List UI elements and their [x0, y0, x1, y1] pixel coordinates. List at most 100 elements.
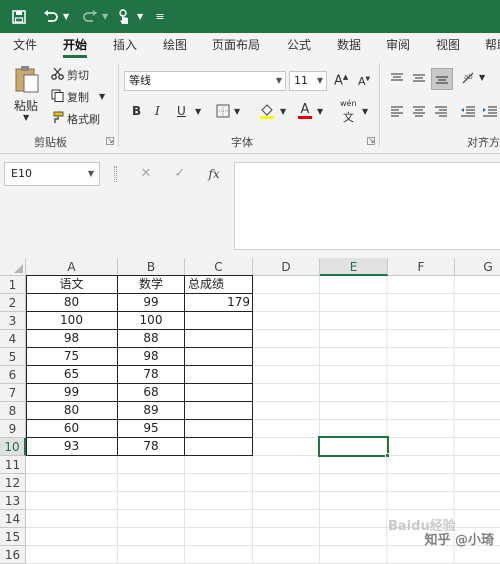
copy-dropdown-icon[interactable]: ▼ — [99, 92, 105, 101]
align-left-icon[interactable] — [390, 104, 404, 118]
cell-b9[interactable]: 95 — [118, 420, 185, 438]
cell-a6[interactable]: 65 — [26, 366, 118, 384]
copy-label[interactable]: 复制 — [67, 89, 89, 105]
decrease-indent-icon[interactable] — [460, 104, 476, 118]
tab-review[interactable]: 审阅 — [386, 33, 410, 59]
cell-b8[interactable]: 89 — [118, 402, 185, 420]
clipboard-launcher-icon[interactable]: ↘ — [106, 137, 114, 145]
row-header-9[interactable]: 9 — [0, 420, 26, 438]
customize-qat-icon[interactable]: ≡ — [152, 0, 168, 33]
underline-button[interactable]: U — [177, 104, 186, 118]
grow-font-button[interactable]: A▲ — [334, 73, 348, 88]
bold-button[interactable]: B — [132, 104, 141, 118]
column-header-g[interactable]: G — [455, 258, 500, 276]
row-header-13[interactable]: 13 — [0, 492, 26, 510]
font-launcher-icon[interactable]: ↘ — [367, 137, 375, 145]
borders-icon[interactable] — [215, 103, 231, 119]
row-header-15[interactable]: 15 — [0, 528, 26, 546]
cell-a4[interactable]: 98 — [26, 330, 118, 348]
align-top-icon[interactable] — [390, 71, 404, 85]
row-header-11[interactable]: 11 — [0, 456, 26, 474]
cell-b4[interactable]: 88 — [118, 330, 185, 348]
tab-file[interactable]: 文件 — [13, 33, 37, 59]
italic-button[interactable]: I — [155, 104, 160, 118]
column-header-b[interactable]: B — [118, 258, 185, 276]
paste-icon[interactable] — [12, 65, 42, 95]
redo-icon[interactable] — [80, 0, 100, 33]
tab-help[interactable]: 帮助 — [485, 33, 500, 59]
tab-page-layout[interactable]: 页面布局 — [212, 33, 260, 59]
cell-b3[interactable]: 100 — [118, 312, 185, 330]
increase-indent-icon[interactable] — [482, 104, 498, 118]
cell-a3[interactable]: 100 — [26, 312, 118, 330]
column-header-c[interactable]: C — [185, 258, 253, 276]
cut-label[interactable]: 剪切 — [67, 67, 89, 83]
orientation-dropdown-icon[interactable]: ▼ — [479, 73, 485, 82]
cell-a8[interactable]: 80 — [26, 402, 118, 420]
tab-insert[interactable]: 插入 — [113, 33, 137, 59]
cell-a9[interactable]: 60 — [26, 420, 118, 438]
cell-a7[interactable]: 99 — [26, 384, 118, 402]
phonetic-label[interactable]: wén — [340, 99, 357, 108]
selected-cell-e10[interactable] — [318, 436, 389, 457]
select-all-button[interactable] — [0, 258, 26, 276]
cell-c2[interactable]: 179 — [185, 294, 253, 312]
align-bottom-icon[interactable] — [431, 68, 453, 90]
empty-cells-bottom[interactable] — [26, 456, 253, 564]
format-painter-icon[interactable] — [50, 110, 64, 124]
cell-c3[interactable] — [185, 312, 253, 330]
borders-dropdown-icon[interactable]: ▼ — [234, 107, 240, 116]
cancel-icon[interactable]: ✕ — [134, 162, 158, 186]
tab-data[interactable]: 数据 — [337, 33, 361, 59]
cell-b5[interactable]: 98 — [118, 348, 185, 366]
font-color-button[interactable]: A — [296, 101, 314, 121]
font-name-select[interactable]: 等线 ▼ — [124, 71, 286, 91]
row-header-6[interactable]: 6 — [0, 366, 26, 384]
save-icon[interactable] — [8, 0, 30, 33]
name-box[interactable]: E10 ▼ — [4, 162, 100, 186]
formula-input[interactable] — [234, 162, 500, 250]
underline-dropdown-icon[interactable]: ▼ — [195, 107, 201, 116]
cell-c7[interactable] — [185, 384, 253, 402]
fill-color-dropdown-icon[interactable]: ▼ — [280, 107, 286, 116]
format-painter-label[interactable]: 格式刷 — [67, 111, 100, 127]
phonetic-char[interactable]: 文 — [343, 109, 354, 125]
row-header-5[interactable]: 5 — [0, 348, 26, 366]
font-color-dropdown-icon[interactable]: ▼ — [317, 107, 323, 116]
cell-b1[interactable]: 数学 — [118, 276, 185, 294]
tab-view[interactable]: 视图 — [436, 33, 460, 59]
cell-a2[interactable]: 80 — [26, 294, 118, 312]
cell-b6[interactable]: 78 — [118, 366, 185, 384]
copy-icon[interactable] — [50, 88, 64, 102]
row-header-10[interactable]: 10 — [0, 438, 26, 456]
column-header-f[interactable]: F — [388, 258, 455, 276]
row-header-7[interactable]: 7 — [0, 384, 26, 402]
cell-c9[interactable] — [185, 420, 253, 438]
cell-c10[interactable] — [185, 438, 253, 456]
undo-dropdown-icon[interactable]: ▼ — [63, 0, 69, 33]
row-header-8[interactable]: 8 — [0, 402, 26, 420]
column-header-e[interactable]: E — [320, 258, 388, 276]
redo-dropdown-icon[interactable]: ▼ — [102, 0, 108, 33]
empty-cells-right[interactable] — [253, 276, 500, 564]
touch-mode-icon[interactable] — [114, 0, 134, 33]
touch-dropdown-icon[interactable]: ▼ — [137, 0, 143, 33]
insert-function-button[interactable]: fx — [202, 162, 226, 186]
row-header-3[interactable]: 3 — [0, 312, 26, 330]
undo-icon[interactable] — [40, 0, 60, 33]
row-header-1[interactable]: 1 — [0, 276, 26, 294]
row-header-14[interactable]: 14 — [0, 510, 26, 528]
cell-a10[interactable]: 93 — [26, 438, 118, 456]
paste-label[interactable]: 粘贴 — [14, 97, 38, 114]
tab-draw[interactable]: 绘图 — [163, 33, 187, 59]
fill-handle[interactable] — [385, 453, 390, 458]
column-header-d[interactable]: D — [253, 258, 320, 276]
cell-a5[interactable]: 75 — [26, 348, 118, 366]
cut-icon[interactable] — [50, 66, 64, 80]
font-size-select[interactable]: 11 ▼ — [289, 71, 327, 91]
cell-c6[interactable] — [185, 366, 253, 384]
align-center-icon[interactable] — [412, 104, 426, 118]
cell-b2[interactable]: 99 — [118, 294, 185, 312]
cell-c1[interactable]: 总成绩 — [185, 276, 253, 294]
cell-b10[interactable]: 78 — [118, 438, 185, 456]
